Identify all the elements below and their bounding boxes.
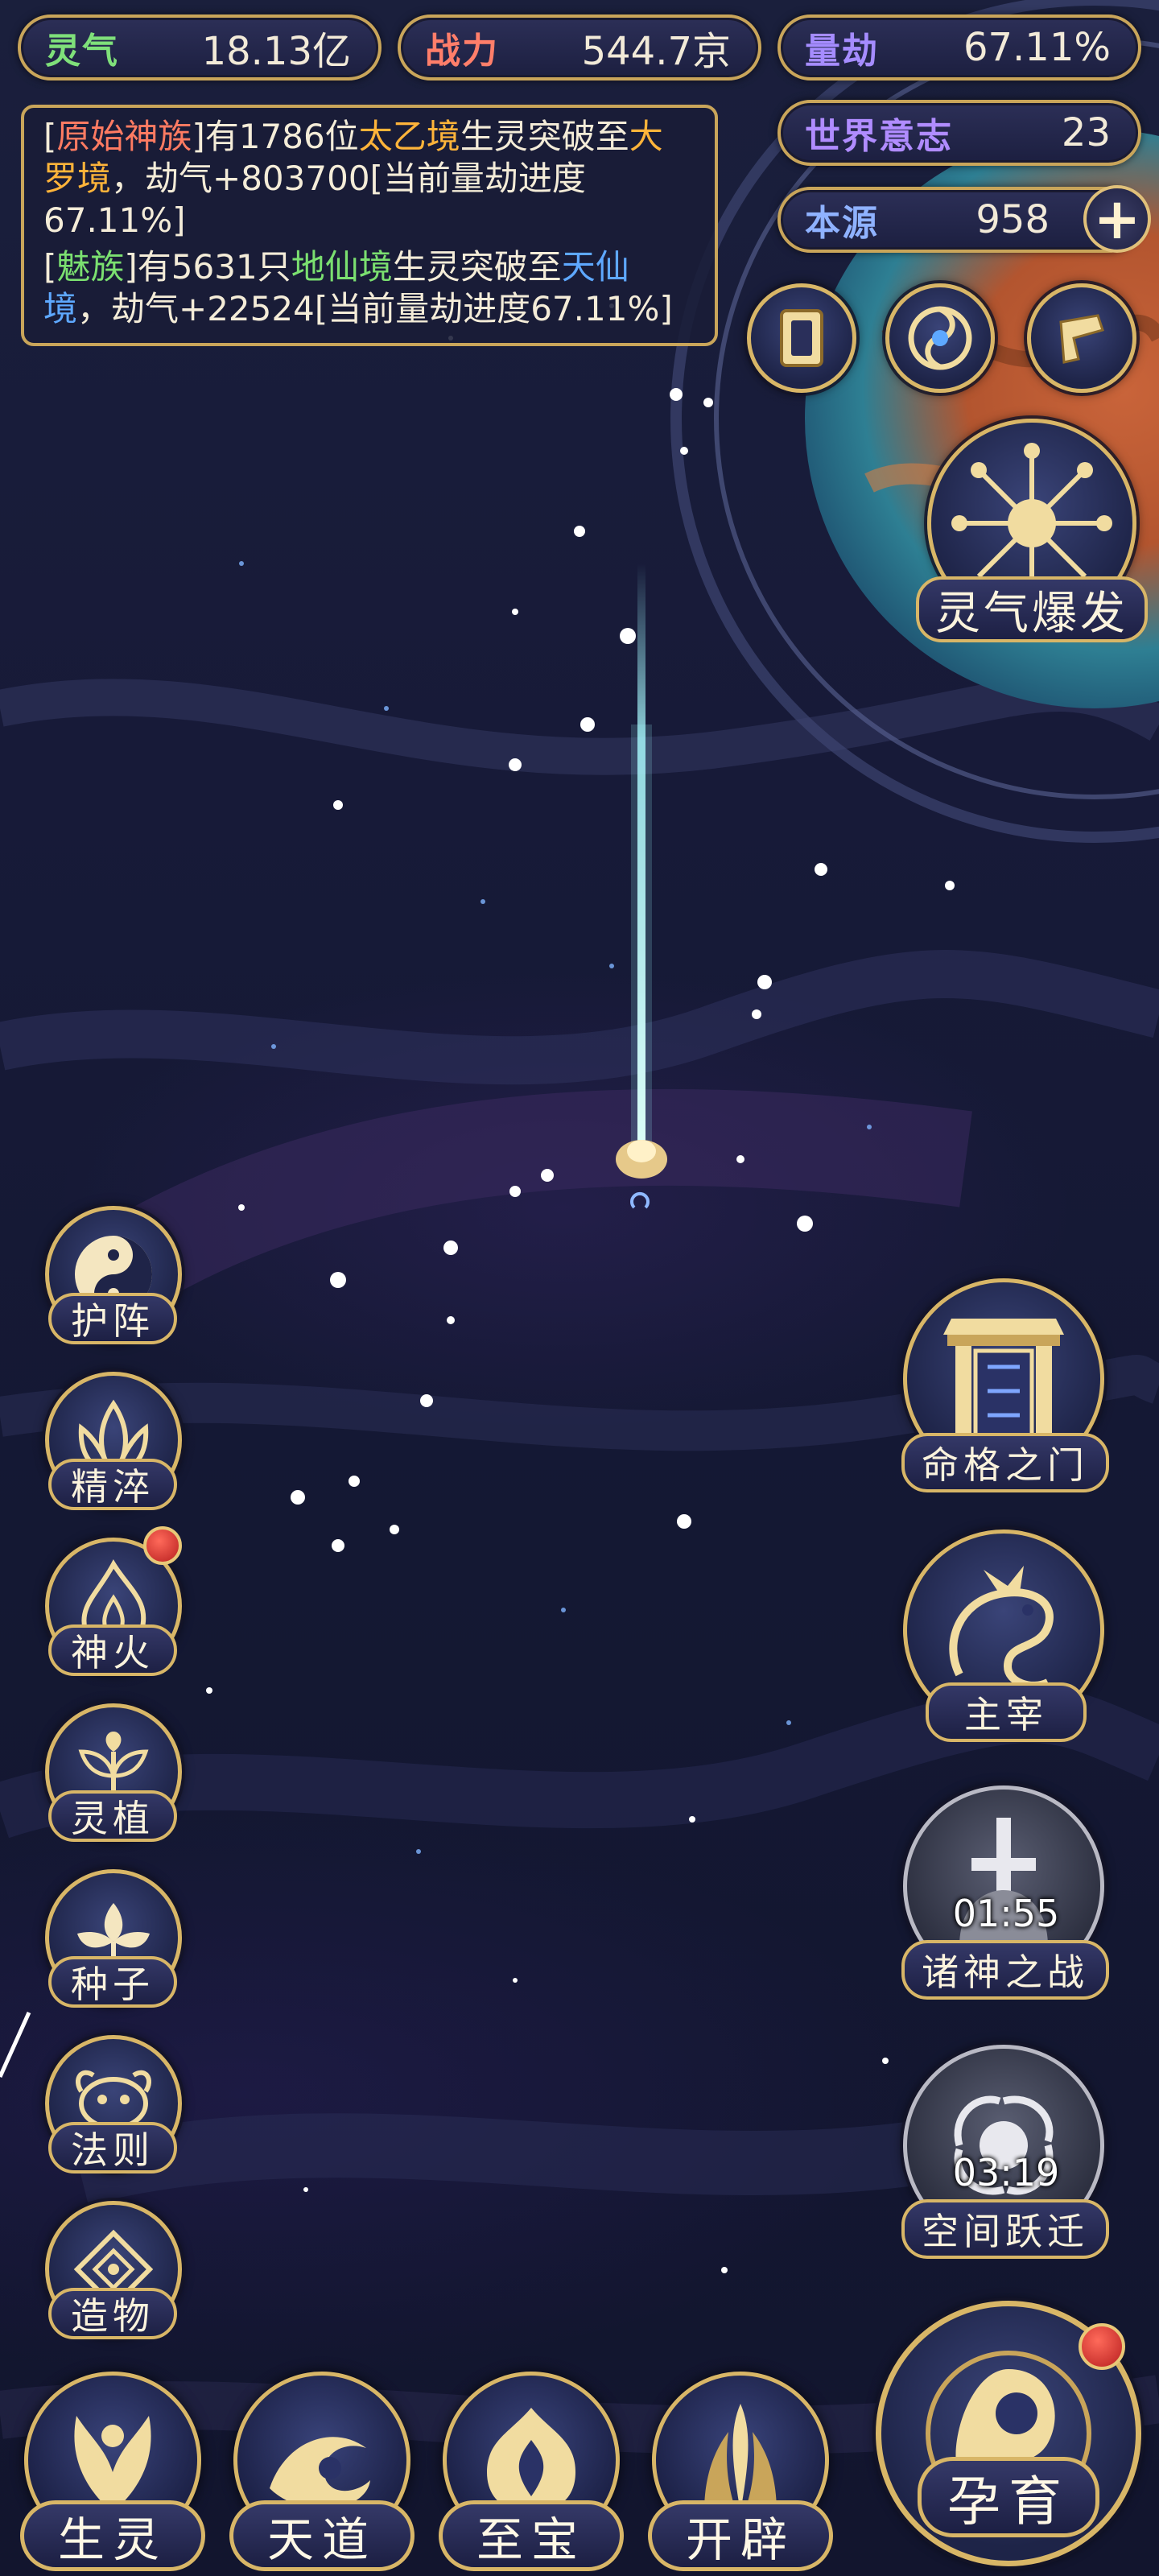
zhanli-value: 544.7京 — [581, 29, 731, 74]
card-icon — [780, 309, 823, 367]
log-realm-from: 太乙境 — [358, 117, 460, 156]
shijie-yizhi-value: 23 — [1061, 110, 1111, 155]
kongjian-label[interactable]: 空间跃迁 — [901, 2199, 1109, 2259]
yunyu-notification-badge — [1079, 2323, 1125, 2370]
kongjian-timer: 03:19 — [952, 2151, 1060, 2194]
event-log: [原始神族]有1786位太乙境生灵突破至大罗境，劫气+803700[当前量劫进度… — [21, 105, 718, 346]
vortex-button[interactable] — [885, 283, 995, 393]
log-text: 生灵突破至 — [392, 247, 562, 287]
liangjie-value: 67.11% — [963, 25, 1111, 70]
lingqi-label: 灵气 — [45, 31, 119, 72]
zhanli-stat: 战力 544.7京 — [398, 14, 761, 80]
zhushen-timer: 01:55 — [952, 1892, 1060, 1935]
shenhuo-notification-badge — [143, 1526, 182, 1565]
plus-icon: + — [1093, 186, 1141, 252]
log-race: 原始神族 — [56, 117, 192, 156]
log-message: [原始神族]有1786位太乙境生灵突破至大罗境，劫气+803700[当前量劫进度… — [43, 116, 695, 242]
lingqi-stat: 灵气 18.13亿 — [18, 14, 382, 80]
log-text: ，劫气+22524[当前量劫进度67.11%] — [77, 289, 673, 328]
zhushen-label[interactable]: 诸神之战 — [901, 1940, 1109, 2000]
menu-zhongzi-label[interactable]: 种子 — [48, 1956, 177, 2008]
log-bracket: [ — [43, 247, 57, 287]
menu-shenhuo-label[interactable]: 神火 — [48, 1624, 177, 1676]
nav-tiandao-label[interactable]: 天道 — [229, 2500, 415, 2571]
log-text: ，劫气+803700[当前量劫进度67.11%] — [43, 159, 586, 240]
zhanli-label: 战力 — [425, 31, 499, 72]
menu-huzhen-label[interactable]: 护阵 — [48, 1293, 177, 1344]
log-message: [魅族]有5631只地仙境生灵突破至天仙境，劫气+22524[当前量劫进度67.… — [43, 246, 695, 330]
log-text: ]有1786位 — [192, 117, 359, 156]
nav-shengling-label[interactable]: 生灵 — [20, 2500, 205, 2571]
benyuan-add-button[interactable]: + — [1083, 185, 1151, 253]
zhuzai-label[interactable]: 主宰 — [926, 1682, 1087, 1742]
mingge-label[interactable]: 命格之门 — [901, 1433, 1109, 1492]
shijie-yizhi-label: 世界意志 — [805, 116, 953, 157]
liangjie-stat[interactable]: 量劫 67.11% — [777, 14, 1141, 80]
vortex-icon — [908, 306, 972, 370]
log-race: 魅族 — [56, 247, 125, 287]
benyuan-label: 本源 — [805, 203, 879, 244]
nav-kaipi-label[interactable]: 开辟 — [648, 2500, 833, 2571]
scroll-icon — [1059, 314, 1104, 364]
log-text: ]有5631只 — [124, 247, 291, 287]
menu-lingzhi-label[interactable]: 灵植 — [48, 1790, 177, 1842]
shijie-yizhi-stat[interactable]: 世界意志 23 — [777, 100, 1141, 166]
liangjie-label: 量劫 — [805, 31, 879, 72]
nav-zhibao-label[interactable]: 至宝 — [439, 2500, 624, 2571]
log-text: 生灵突破至 — [460, 117, 629, 156]
scroll-button[interactable] — [1027, 283, 1136, 393]
menu-jingcui-label[interactable]: 精淬 — [48, 1459, 177, 1510]
yunyu-label[interactable]: 孕育 — [918, 2457, 1099, 2537]
menu-zaowu-label[interactable]: 造物 — [48, 2288, 177, 2339]
log-realm-from: 地仙境 — [291, 247, 393, 287]
menu-faze-label[interactable]: 法则 — [48, 2122, 177, 2174]
log-bracket: [ — [43, 117, 57, 156]
benyuan-value: 958 — [975, 197, 1050, 242]
card-button[interactable] — [747, 283, 856, 393]
lingqi-value: 18.13亿 — [201, 29, 351, 74]
lingqi-burst-label[interactable]: 灵气爆发 — [916, 576, 1148, 642]
